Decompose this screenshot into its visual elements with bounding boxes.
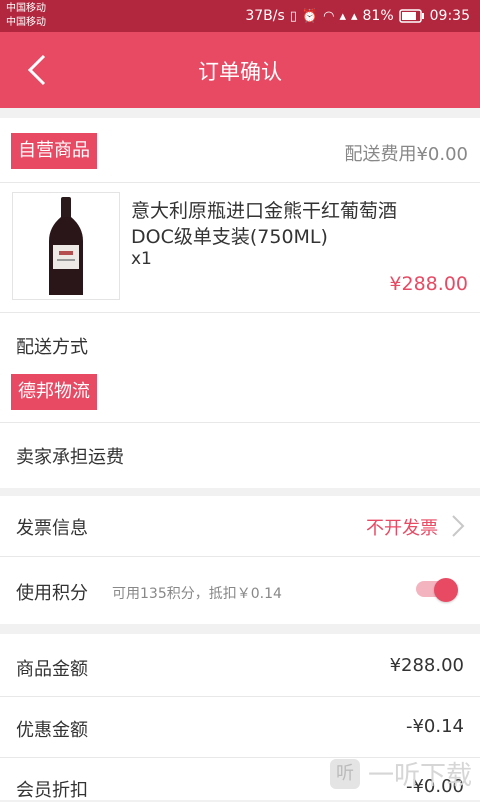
network-speed: 37B/s bbox=[245, 8, 285, 24]
summary-label-discount: 优惠金额 bbox=[16, 720, 88, 741]
carrier-labels: 中国移动 中国移动 bbox=[6, 2, 46, 30]
summary-value-discount: -¥0.14 bbox=[405, 716, 464, 737]
alarm-icon: ⏰ bbox=[301, 8, 319, 24]
chevron-right-icon bbox=[452, 515, 465, 537]
nav-bar: 订单确认 bbox=[0, 32, 480, 108]
clock: 09:35 bbox=[429, 8, 470, 24]
status-icons: 37B/s ▯ ⏰ ◠ ▴ ▴ 81% 09:35 bbox=[245, 0, 470, 32]
signal-2g-icon: ▴ bbox=[350, 8, 358, 24]
points-label: 使用积分 bbox=[16, 583, 88, 604]
delivery-label: 配送方式 bbox=[16, 337, 88, 358]
carrier-1: 中国移动 bbox=[6, 3, 46, 14]
product-image[interactable] bbox=[12, 192, 120, 300]
shipping-fee: 配送费用¥0.00 bbox=[344, 144, 468, 165]
self-operated-tag: 自营商品 bbox=[11, 133, 97, 169]
product-name-line-2[interactable]: DOC级单支装(750ML) bbox=[131, 222, 328, 249]
watermark: 听 一听下载 bbox=[329, 755, 472, 792]
invoice-value: 不开发票 bbox=[366, 518, 438, 539]
divider bbox=[0, 182, 480, 183]
order-items-section bbox=[0, 118, 480, 488]
signal-4g-icon: ▴ bbox=[339, 8, 346, 24]
wine-bottle-icon bbox=[49, 197, 83, 295]
invoice-row[interactable]: 发票信息 不开发票 bbox=[0, 496, 480, 556]
divider bbox=[0, 312, 480, 313]
points-hint: 可用135积分，抵扣￥0.14 bbox=[112, 586, 282, 602]
carrier-2: 中国移动 bbox=[6, 17, 46, 28]
battery-percent: 81% bbox=[362, 8, 394, 24]
divider bbox=[0, 696, 480, 697]
toggle-knob bbox=[434, 578, 458, 602]
vibrate-icon: ▯ bbox=[289, 8, 297, 24]
summary-label-member: 会员折扣 bbox=[16, 780, 88, 801]
divider bbox=[0, 422, 480, 423]
watermark-text: 一听下载 bbox=[367, 761, 472, 791]
summary-label-goods: 商品金额 bbox=[16, 659, 88, 680]
product-price: ¥288.00 bbox=[389, 273, 468, 295]
points-toggle[interactable] bbox=[416, 578, 460, 602]
battery-icon bbox=[398, 9, 424, 23]
status-bar: 中国移动 中国移动 37B/s ▯ ⏰ ◠ ▴ ▴ 81% 09:35 bbox=[0, 0, 480, 32]
divider bbox=[0, 556, 480, 557]
summary-value-goods: ¥288.00 bbox=[389, 655, 464, 676]
watermark-logo-icon: 听 bbox=[329, 758, 360, 789]
wifi-icon: ◠ bbox=[323, 8, 335, 24]
product-quantity: x1 bbox=[131, 249, 152, 269]
delivery-method-tag[interactable]: 德邦物流 bbox=[11, 374, 97, 410]
freight-note: 卖家承担运费 bbox=[16, 447, 124, 468]
product-name-line-1[interactable]: 意大利原瓶进口金熊干红葡萄酒 bbox=[131, 196, 397, 223]
page-title: 订单确认 bbox=[198, 60, 282, 84]
invoice-label: 发票信息 bbox=[16, 518, 88, 539]
